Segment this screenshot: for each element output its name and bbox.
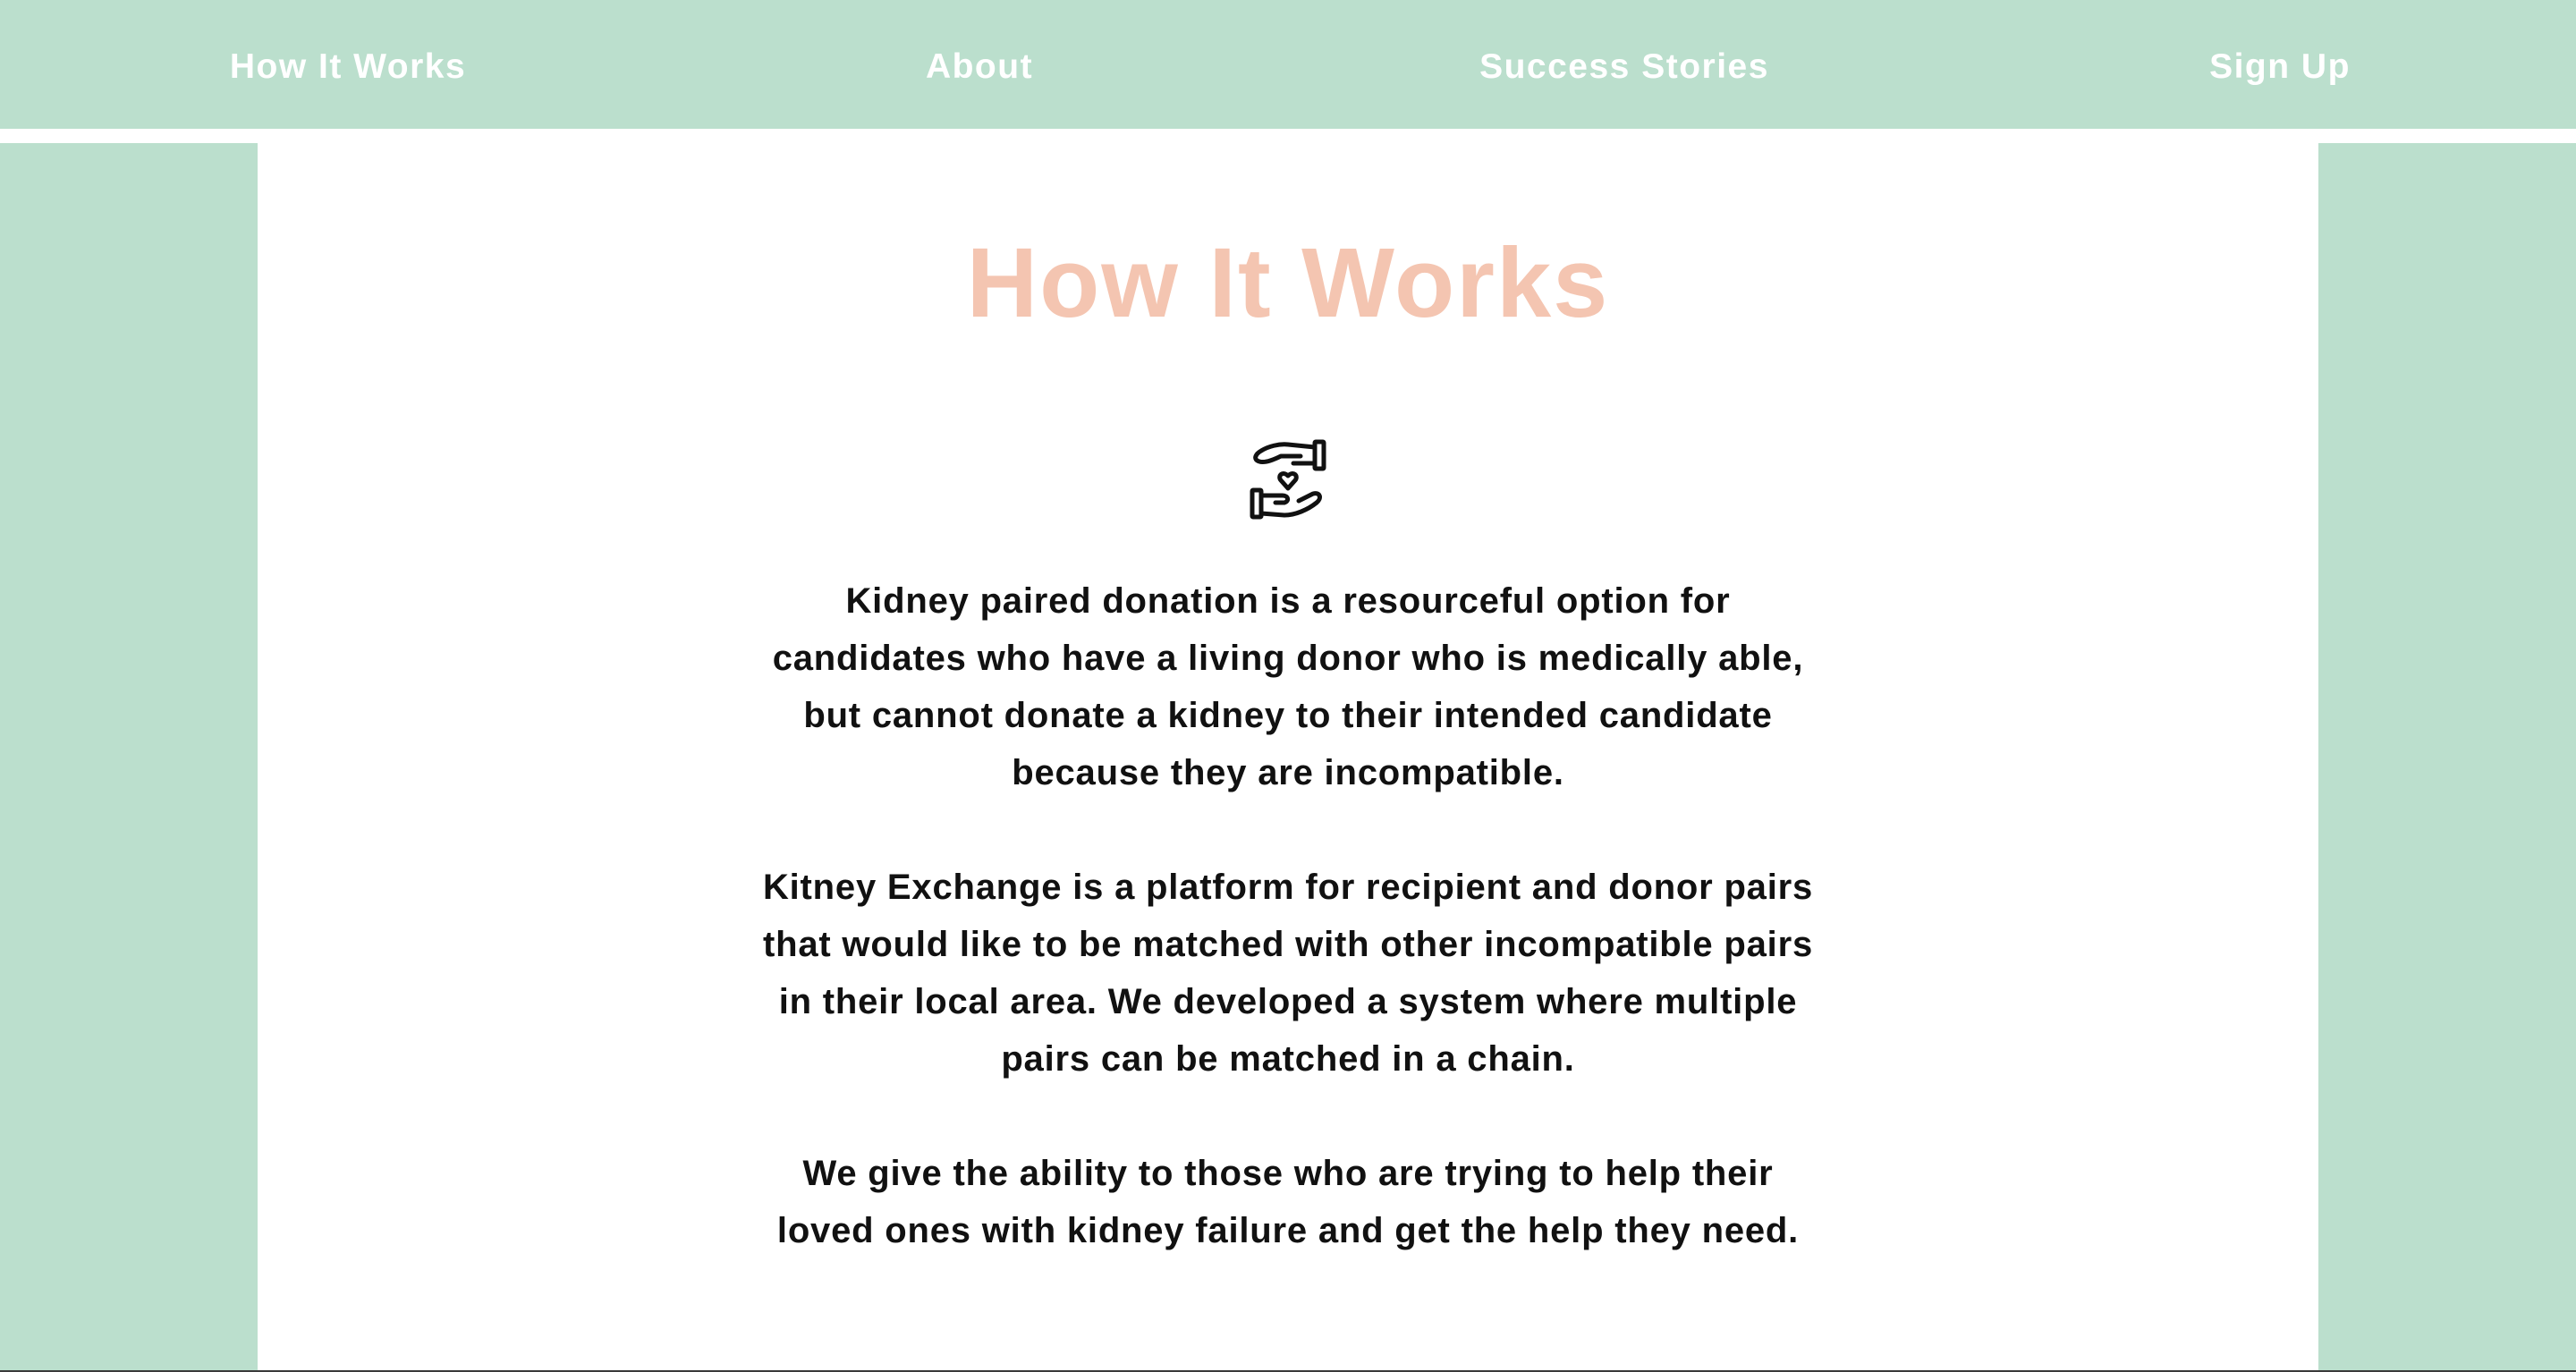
nav-about-link[interactable]: About — [926, 43, 1033, 91]
nav-success-stories-link[interactable]: Success Stories — [1479, 43, 1769, 91]
main-content-panel: How It Works Kidney paired donation is a… — [258, 143, 2318, 1370]
nav-how-it-works-link[interactable]: How It Works — [230, 43, 466, 91]
top-navigation: How It Works About Success Stories Sign … — [0, 0, 2576, 129]
page-title: How It Works — [966, 228, 1610, 338]
description-text: Kidney paired donation is a resourceful … — [760, 572, 1816, 1259]
nav-sign-up-link[interactable]: Sign Up — [2209, 43, 2351, 91]
hands-heart-icon — [1249, 438, 1327, 521]
paragraph-kitney-exchange: Kitney Exchange is a platform for recipi… — [762, 868, 1814, 1079]
paragraph-our-mission: We give the ability to those who are try… — [776, 1154, 1800, 1250]
nav-divider — [0, 129, 2576, 143]
paragraph-kidney-paired-donation: Kidney paired donation is a resourceful … — [772, 581, 1804, 792]
